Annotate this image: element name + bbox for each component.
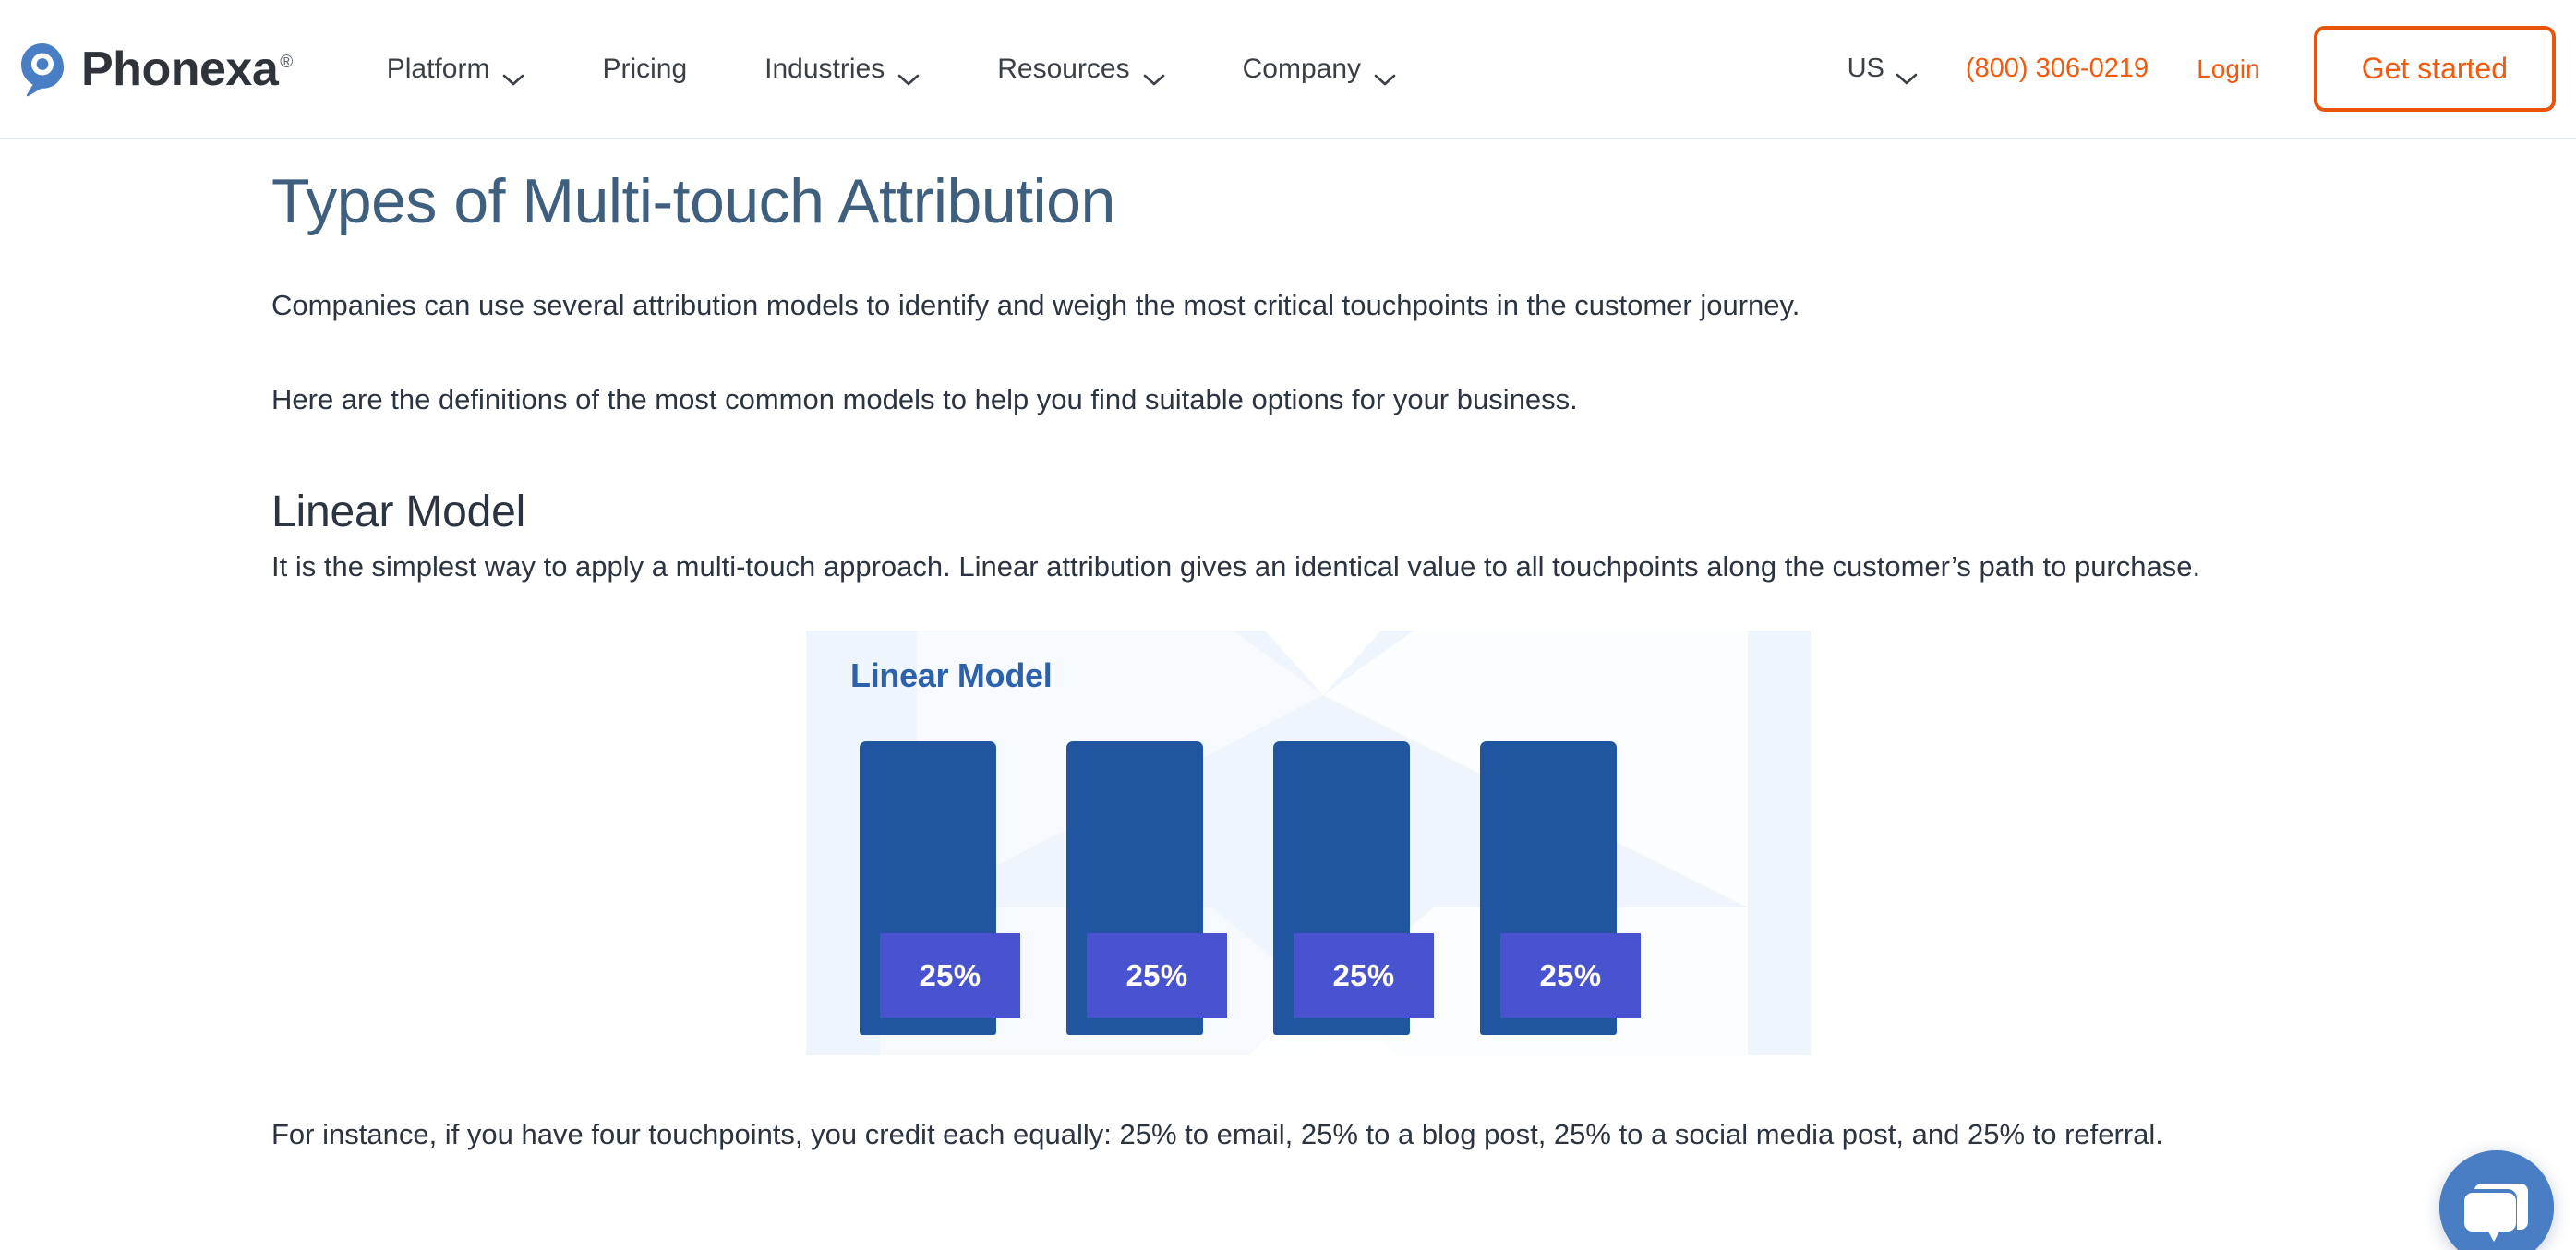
nav-label: Pricing	[602, 53, 688, 84]
nav-item-industries[interactable]: Industries	[726, 54, 958, 85]
chart-title: Linear Model	[850, 656, 1053, 695]
bar-group: 25%	[860, 741, 1020, 1036]
article-content: Types of Multi-touch Attribution Compani…	[0, 165, 2576, 1157]
bar-group: 25%	[1066, 741, 1227, 1036]
bar-group: 25%	[1480, 741, 1641, 1036]
bar-value-label-2: 25%	[1087, 933, 1227, 1019]
nav-item-platform[interactable]: Platform	[348, 54, 564, 85]
registered-trademark-icon: ®	[280, 53, 293, 73]
intro-paragraph-2: Here are the definitions of the most com…	[271, 383, 1578, 416]
locale-selector[interactable]: US	[1824, 54, 1942, 84]
linear-model-figure: Linear Model 25% 25% 25% 25%	[271, 631, 2345, 1056]
nav-label: Resources	[997, 53, 1130, 84]
bar-value-label-3: 25%	[1294, 933, 1434, 1019]
phone-link[interactable]: (800) 306-0219	[1942, 54, 2173, 84]
brand-logo[interactable]: Phonexa ®	[17, 42, 293, 97]
page-title: Types of Multi-touch Attribution	[271, 166, 1115, 236]
chevron-down-icon	[1896, 63, 1918, 84]
linear-model-chart: Linear Model 25% 25% 25% 25%	[806, 631, 1811, 1056]
login-link[interactable]: Login	[2173, 54, 2284, 84]
locale-label: US	[1847, 54, 1884, 83]
phonexa-pin-icon	[17, 42, 68, 97]
intro-paragraph-1: Companies can use several attribution mo…	[271, 289, 1800, 322]
main-navigation: Platform Pricing Industries Resources Co…	[348, 54, 1435, 85]
chevron-down-icon	[502, 63, 524, 85]
nav-label: Platform	[386, 53, 490, 84]
bar-group: 25%	[1273, 741, 1434, 1036]
header-actions: US (800) 306-0219 Login Get started	[1824, 26, 2576, 112]
bar-value-label-1: 25%	[880, 933, 1020, 1019]
section-paragraph: It is the simplest way to apply a multi-…	[271, 550, 2201, 583]
nav-item-pricing[interactable]: Pricing	[563, 54, 726, 85]
nav-label: Company	[1242, 53, 1362, 84]
chat-widget-button[interactable]	[2439, 1150, 2554, 1250]
get-started-button[interactable]: Get started	[2313, 26, 2556, 112]
chevron-down-icon	[1374, 63, 1396, 85]
nav-item-company[interactable]: Company	[1204, 54, 1435, 85]
closing-paragraph: For instance, if you have four touchpoin…	[271, 1118, 2163, 1151]
site-header: Phonexa ® Platform Pricing Industries Res…	[0, 0, 2576, 139]
chat-bubble-icon	[2439, 1150, 2554, 1250]
chevron-down-icon	[1143, 63, 1165, 85]
nav-label: Industries	[764, 53, 885, 84]
nav-item-resources[interactable]: Resources	[958, 54, 1203, 85]
bar-value-label-4: 25%	[1500, 933, 1641, 1019]
section-heading-linear-model: Linear Model	[271, 487, 526, 537]
chevron-down-icon	[897, 63, 920, 85]
brand-wordmark: Phonexa ®	[81, 42, 293, 96]
